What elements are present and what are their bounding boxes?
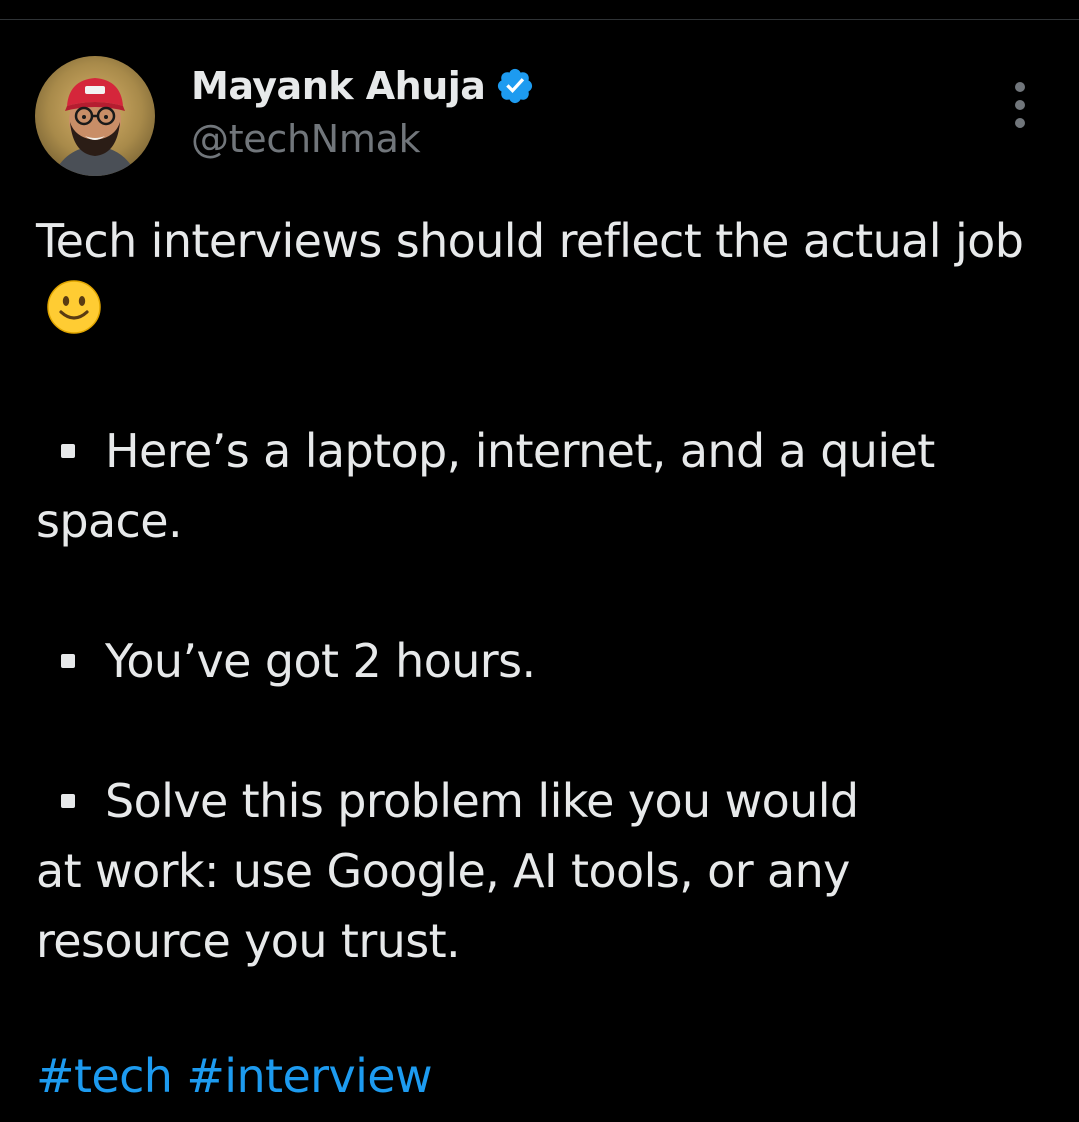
hashtag-link[interactable]: #tech (36, 1049, 173, 1103)
bullet-square-icon (61, 653, 75, 668)
bullet-item-3: Solve this problem like you would (36, 766, 1056, 836)
author-name-row[interactable]: Mayank Ahuja (191, 60, 535, 112)
bullet-3-line-1: Solve this problem like you would (105, 774, 859, 828)
avatar-image (35, 56, 155, 176)
more-dot (1015, 118, 1025, 128)
tweet-intro-text: Tech interviews should reflect the actua… (36, 214, 1024, 268)
author-handle[interactable]: @techNmak (191, 113, 421, 165)
avatar[interactable] (35, 56, 155, 176)
top-divider (0, 19, 1079, 20)
bullet-item-1: Here’s a laptop, internet, and a quiet (36, 416, 1056, 486)
slightly-smiling-face-emoji (46, 279, 102, 335)
more-options-button[interactable] (1003, 82, 1037, 128)
more-dot (1015, 100, 1025, 110)
tweet-text: Tech interviews should reflect the actua… (36, 206, 1056, 976)
author-name[interactable]: Mayank Ahuja (191, 60, 486, 112)
bullet-3-line-3: resource you trust. (36, 914, 461, 968)
bullet-square-icon (61, 793, 75, 808)
bullet-1-line-1: Here’s a laptop, internet, and a quiet (105, 424, 935, 478)
more-vertical-icon (1015, 82, 1025, 92)
hashtag-link[interactable]: #interview (186, 1049, 432, 1103)
bullet-3-line-2: at work: use Google, AI tools, or any (36, 844, 850, 898)
bullet-1-line-2: space. (36, 494, 183, 548)
hashtags: #tech #interview (36, 1041, 433, 1111)
bullet-2-line-1: You’ve got 2 hours. (105, 634, 536, 688)
bullet-item-2: You’ve got 2 hours. (36, 626, 1056, 696)
verified-badge-icon (495, 66, 535, 106)
bullet-square-icon (61, 443, 75, 458)
tweet-intro: Tech interviews should reflect the actua… (36, 206, 1056, 346)
